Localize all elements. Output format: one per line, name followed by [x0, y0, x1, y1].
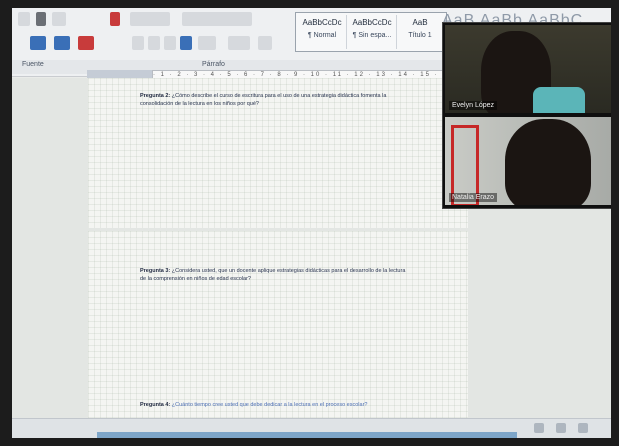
participant-video: [505, 119, 591, 205]
justify-icon[interactable]: [180, 36, 192, 50]
toolbar-button[interactable]: [110, 12, 120, 26]
toolbar-button[interactable]: [182, 12, 252, 26]
align-right-icon[interactable]: [164, 36, 176, 50]
toolbar-button[interactable]: [130, 12, 170, 26]
monitor-frame: AaBbCcDc ¶ Normal AaBbCcDc ¶ Sin espa...…: [0, 0, 619, 446]
style-sample: AaBbCcDc: [352, 18, 392, 27]
video-call-panel[interactable]: Evelyn López Natalia Erazo: [442, 22, 611, 209]
read-mode-icon[interactable]: [534, 423, 544, 433]
screen: AaBbCcDc ¶ Normal AaBbCcDc ¶ Sin espa...…: [12, 8, 611, 438]
style-normal[interactable]: AaBbCcDc ¶ Normal: [298, 15, 347, 49]
group-label-font: Fuente: [22, 61, 44, 68]
question-text: ¿Cómo describe el curso de escritura par…: [140, 93, 387, 107]
document-page[interactable]: Pregunta 2: ¿Cómo describe el curso de e…: [88, 78, 468, 228]
web-layout-icon[interactable]: [578, 423, 588, 433]
style-heading-1[interactable]: AaB Título 1: [398, 15, 442, 49]
shading-icon[interactable]: [54, 36, 70, 50]
style-sample: AaBbCcDc: [302, 18, 342, 27]
highlight-color-icon[interactable]: [30, 36, 46, 50]
line-spacing-icon[interactable]: [198, 36, 216, 50]
question-label: Pregunta 4:: [140, 402, 171, 408]
video-tile-participant-1[interactable]: Evelyn López: [445, 25, 611, 113]
style-no-spacing[interactable]: AaBbCcDc ¶ Sin espa...: [348, 15, 397, 49]
taskbar-strip: [97, 432, 517, 438]
style-sample: AaB: [412, 18, 428, 27]
style-name: Título 1: [408, 32, 432, 39]
question-text: ¿Cuánto tiempo cree usted que debe dedic…: [171, 402, 368, 408]
style-name: ¶ Normal: [307, 32, 337, 39]
participant-shirt: [533, 87, 585, 113]
toolbar-button[interactable]: [36, 12, 46, 26]
document-page[interactable]: Pregunta 3: ¿Considera usted, que un doc…: [88, 231, 468, 421]
question-label: Pregunta 2:: [140, 93, 171, 99]
borders-icon[interactable]: [258, 36, 272, 50]
question-4: Pregunta 4: ¿Cuánto tiempo cree usted qu…: [140, 401, 420, 409]
participant-name-tag: Natalia Erazo: [449, 193, 498, 202]
question-2: Pregunta 2: ¿Cómo describe el curso de e…: [140, 92, 410, 108]
align-left-icon[interactable]: [132, 36, 144, 50]
font-color-icon[interactable]: [78, 36, 94, 50]
print-layout-icon[interactable]: [556, 423, 566, 433]
styles-gallery: AaBbCcDc ¶ Normal AaBbCcDc ¶ Sin espa...…: [295, 12, 447, 52]
question-label: Pregunta 3:: [140, 268, 171, 274]
toolbar-button[interactable]: [18, 12, 30, 26]
question-text: ¿Considera usted, que un docente aplique…: [140, 268, 406, 282]
participant-name-tag: Evelyn López: [449, 101, 498, 110]
video-tile-participant-2[interactable]: Natalia Erazo: [445, 117, 611, 205]
group-label-paragraph: Párrafo: [202, 61, 225, 68]
align-center-icon[interactable]: [148, 36, 160, 50]
style-name: ¶ Sin espa...: [352, 32, 392, 39]
question-3: Pregunta 3: ¿Considera usted, que un doc…: [140, 267, 410, 283]
paragraph-shading-icon[interactable]: [228, 36, 250, 50]
toolbar-button[interactable]: [52, 12, 66, 26]
